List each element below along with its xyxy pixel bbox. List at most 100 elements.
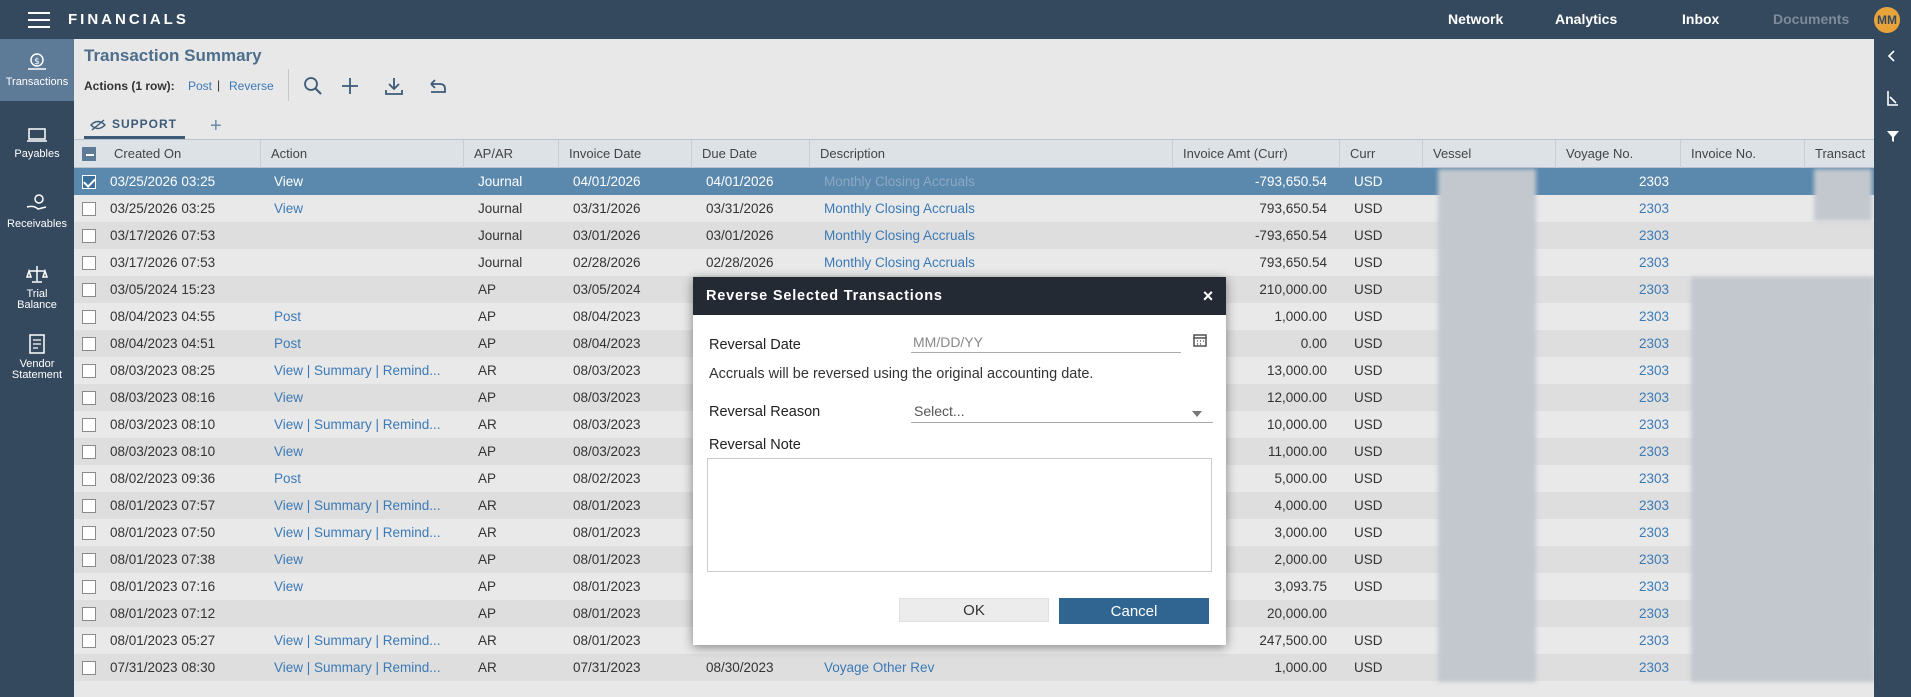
column-description[interactable]: Description — [809, 140, 1172, 168]
cell-voy[interactable]: 2303 — [1555, 519, 1669, 546]
add-tab-icon[interactable]: + — [210, 115, 222, 138]
cell-action[interactable] — [274, 600, 459, 627]
cell-action[interactable]: Post — [274, 465, 459, 492]
row-checkbox[interactable] — [82, 634, 96, 648]
cell-desc[interactable]: Voyage Other Rev — [824, 654, 1164, 681]
column-invoice-no[interactable]: Invoice No. — [1680, 140, 1804, 168]
column-ap-ar[interactable]: AP/AR — [463, 140, 558, 168]
row-checkbox[interactable] — [82, 175, 96, 189]
cell-action[interactable]: Post — [274, 330, 459, 357]
select-all-checkbox[interactable] — [82, 147, 96, 161]
user-avatar[interactable]: MM — [1874, 7, 1900, 33]
cell-action[interactable]: View — [274, 384, 459, 411]
cell-voy[interactable]: 2303 — [1555, 195, 1669, 222]
cell-voy[interactable]: 2303 — [1555, 222, 1669, 249]
nav-inbox[interactable]: Inbox — [1682, 11, 1719, 27]
cancel-button[interactable]: Cancel — [1059, 598, 1209, 624]
table-row[interactable]: 03/25/2026 03:25 View Journal 04/01/2026 04/… — [74, 168, 1874, 195]
table-row[interactable]: 03/17/2026 07:53 Journal 02/28/2026 02/28/2… — [74, 249, 1874, 276]
reverse-action-link[interactable]: Reverse — [229, 79, 274, 93]
row-checkbox[interactable] — [82, 580, 96, 594]
sidebar-item-transactions[interactable]: $ Transactions — [0, 39, 74, 101]
row-checkbox[interactable] — [82, 256, 96, 270]
row-checkbox[interactable] — [82, 283, 96, 297]
cell-action[interactable]: View — [274, 546, 459, 573]
sidebar-item-payables[interactable]: Payables — [0, 123, 74, 160]
row-checkbox[interactable] — [82, 499, 96, 513]
download-icon[interactable] — [383, 75, 405, 97]
search-icon[interactable] — [302, 75, 324, 97]
cell-desc[interactable]: Monthly Closing Accruals — [824, 195, 1164, 222]
cell-voy[interactable]: 2303 — [1555, 465, 1669, 492]
cell-voy[interactable]: 2303 — [1555, 546, 1669, 573]
cell-desc[interactable]: Monthly Closing Accruals — [824, 249, 1164, 276]
filter-icon[interactable] — [1886, 129, 1900, 143]
row-checkbox[interactable] — [82, 202, 96, 216]
sidebar-item-vendor-statement[interactable]: Vendor Statement — [0, 333, 74, 381]
undo-icon[interactable] — [426, 75, 448, 97]
row-checkbox[interactable] — [82, 337, 96, 351]
sidebar-item-trial-balance[interactable]: Trial Balance — [0, 263, 74, 311]
column-vessel[interactable]: Vessel — [1422, 140, 1555, 168]
nav-analytics[interactable]: Analytics — [1555, 11, 1617, 27]
table-row[interactable]: 03/25/2026 03:25 View Journal 03/31/2026 03/… — [74, 195, 1874, 222]
cell-action[interactable]: View — [274, 573, 459, 600]
cell-voy[interactable]: 2303 — [1555, 357, 1669, 384]
sidebar-item-receivables[interactable]: Receivables — [0, 193, 74, 230]
table-row[interactable]: 07/31/2023 08:30 View | Summary | Remind.… — [74, 654, 1874, 681]
column-invoice-amt[interactable]: Invoice Amt (Curr) — [1172, 140, 1339, 168]
cell-action[interactable] — [274, 222, 459, 249]
cell-desc[interactable]: Monthly Closing Accruals — [824, 168, 1164, 195]
cell-voy[interactable]: 2303 — [1555, 168, 1669, 195]
cell-action[interactable]: View — [274, 438, 459, 465]
nav-network[interactable]: Network — [1448, 11, 1503, 27]
cell-action[interactable]: View | Summary | Remind... — [274, 357, 459, 384]
cell-voy[interactable]: 2303 — [1555, 600, 1669, 627]
calendar-icon[interactable] — [1193, 333, 1207, 347]
column-due-date[interactable]: Due Date — [691, 140, 809, 168]
row-checkbox[interactable] — [82, 310, 96, 324]
column-voyage-no[interactable]: Voyage No. — [1555, 140, 1680, 168]
hamburger-menu-icon[interactable] — [28, 12, 50, 28]
cell-action[interactable]: Post — [274, 303, 459, 330]
tab-support[interactable]: SUPPORT — [84, 117, 186, 139]
cell-voy[interactable]: 2303 — [1555, 411, 1669, 438]
close-icon[interactable]: × — [1203, 277, 1214, 315]
row-checkbox[interactable] — [82, 661, 96, 675]
cell-action[interactable]: View | Summary | Remind... — [274, 492, 459, 519]
post-action-link[interactable]: Post — [188, 79, 212, 93]
cell-voy[interactable]: 2303 — [1555, 627, 1669, 654]
cell-voy[interactable]: 2303 — [1555, 573, 1669, 600]
row-checkbox[interactable] — [82, 364, 96, 378]
row-checkbox[interactable] — [82, 553, 96, 567]
column-created-on[interactable]: Created On — [104, 140, 239, 168]
cell-voy[interactable]: 2303 — [1555, 276, 1669, 303]
cell-voy[interactable]: 2303 — [1555, 303, 1669, 330]
row-checkbox[interactable] — [82, 229, 96, 243]
row-checkbox[interactable] — [82, 526, 96, 540]
cell-action[interactable] — [274, 249, 459, 276]
cell-action[interactable]: View | Summary | Remind... — [274, 411, 459, 438]
export-icon[interactable] — [1886, 89, 1900, 107]
row-checkbox[interactable] — [82, 418, 96, 432]
column-transact[interactable]: Transact — [1804, 140, 1874, 168]
cell-action[interactable]: View | Summary | Remind... — [274, 654, 459, 681]
cell-voy[interactable]: 2303 — [1555, 249, 1669, 276]
ok-button[interactable]: OK — [899, 598, 1049, 622]
cell-voy[interactable]: 2303 — [1555, 654, 1669, 681]
row-checkbox[interactable] — [82, 391, 96, 405]
reversal-reason-select[interactable]: Select... — [911, 401, 1213, 423]
cell-voy[interactable]: 2303 — [1555, 438, 1669, 465]
cell-action[interactable]: View | Summary | Remind... — [274, 519, 459, 546]
reversal-note-textarea[interactable] — [707, 458, 1212, 572]
cell-action[interactable]: View — [274, 168, 459, 195]
column-invoice-date[interactable]: Invoice Date — [558, 140, 691, 168]
cell-action[interactable]: View | Summary | Remind... — [274, 627, 459, 654]
table-row[interactable]: 03/17/2026 07:53 Journal 03/01/2026 03/01/2… — [74, 222, 1874, 249]
cell-voy[interactable]: 2303 — [1555, 384, 1669, 411]
cell-action[interactable] — [274, 276, 459, 303]
cell-voy[interactable]: 2303 — [1555, 330, 1669, 357]
row-checkbox[interactable] — [82, 472, 96, 486]
column-action[interactable]: Action — [260, 140, 463, 168]
reversal-date-input[interactable] — [911, 331, 1181, 353]
